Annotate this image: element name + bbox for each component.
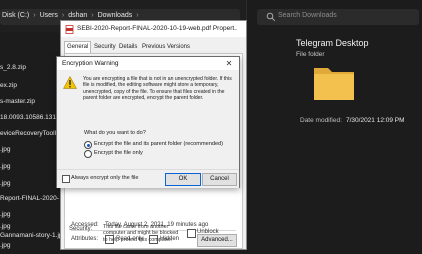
file-list-item[interactable]: s_2.8.zip — [0, 64, 60, 76]
file-list-item[interactable]: s-master.zip — [0, 98, 60, 110]
advanced-button[interactable]: Advanced... — [197, 234, 237, 247]
encryption-footer: Always encrypt only the file OK Cancel — [57, 169, 239, 188]
file-list-item[interactable]: .jpg — [0, 242, 60, 254]
breadcrumb[interactable]: Disk (C:) › Users › dshan › Downloads › — [2, 12, 143, 19]
preview-date-value: 7/30/2021 12:09 PM — [346, 117, 405, 124]
unblock-label: Unblock — [197, 229, 219, 235]
unblock-checkbox[interactable] — [187, 229, 196, 238]
preview-title: Telegram Desktop — [296, 38, 369, 48]
cancel-button[interactable]: Cancel — [202, 173, 237, 186]
close-icon[interactable]: ✕ — [223, 58, 235, 69]
file-list-item[interactable]: .jpg — [0, 163, 60, 175]
file-list-item[interactable]: ex.zip — [0, 82, 60, 94]
file-list-item[interactable]: .jpg — [0, 211, 60, 223]
chevron-right-icon: › — [136, 12, 139, 19]
chevron-right-icon: › — [91, 12, 94, 19]
pdf-file-icon — [65, 25, 74, 34]
file-list-item[interactable]: .jpg — [0, 180, 60, 192]
file-list-item[interactable]: .jpg — [0, 146, 60, 158]
breadcrumb-drive[interactable]: Disk (C:) — [2, 12, 29, 19]
encrypt-file-and-folder-radio[interactable] — [84, 141, 92, 149]
always-encrypt-label[interactable]: Always encrypt only the file — [71, 175, 138, 181]
encrypt-file-only-radio[interactable] — [84, 150, 92, 158]
file-list-item[interactable]: Report-FINAL-2020- — [0, 195, 60, 207]
encryption-question: What do you want to do? — [84, 130, 146, 136]
encryption-message: You are encrypting a file that is not in… — [83, 76, 232, 101]
always-encrypt-checkbox[interactable] — [62, 175, 70, 183]
breadcrumb-users[interactable]: Users — [40, 12, 58, 19]
encryption-warning-dialog: Encryption Warning ✕ You are encrypting … — [56, 56, 240, 188]
security-text: This file came from another computer and… — [103, 224, 179, 243]
preview-subtitle: File folder — [296, 51, 325, 58]
folder-icon — [314, 68, 354, 100]
chevron-right-icon: › — [33, 12, 36, 19]
preview-date-label: Date modified: — [300, 117, 342, 124]
file-list-item[interactable]: 18.0093.10586.13169 — [0, 114, 60, 126]
breadcrumb-downloads[interactable]: Downloads — [98, 12, 133, 19]
warning-icon — [63, 76, 77, 89]
search-icon — [266, 12, 276, 22]
encrypt-file-and-folder-label[interactable]: Encrypt the file and its parent folder (… — [94, 141, 223, 147]
encryption-title: Encryption Warning — [62, 60, 119, 67]
attributes-label: Attributes: — [71, 236, 99, 242]
tab-general[interactable]: General — [64, 41, 92, 53]
properties-title: SEBI-2020-Report-FINAL-2020-10-19-web.pd… — [77, 25, 237, 32]
search-placeholder: Search Downloads — [278, 12, 337, 19]
ok-button[interactable]: OK — [165, 173, 201, 186]
chevron-right-icon: › — [61, 12, 65, 19]
file-list-item[interactable]: eviceRecoveryToolIn — [0, 130, 60, 142]
encrypt-file-only-label[interactable]: Encrypt the file only — [94, 150, 143, 156]
breadcrumb-user[interactable]: dshan — [68, 12, 87, 19]
security-label: Security: — [69, 226, 93, 232]
